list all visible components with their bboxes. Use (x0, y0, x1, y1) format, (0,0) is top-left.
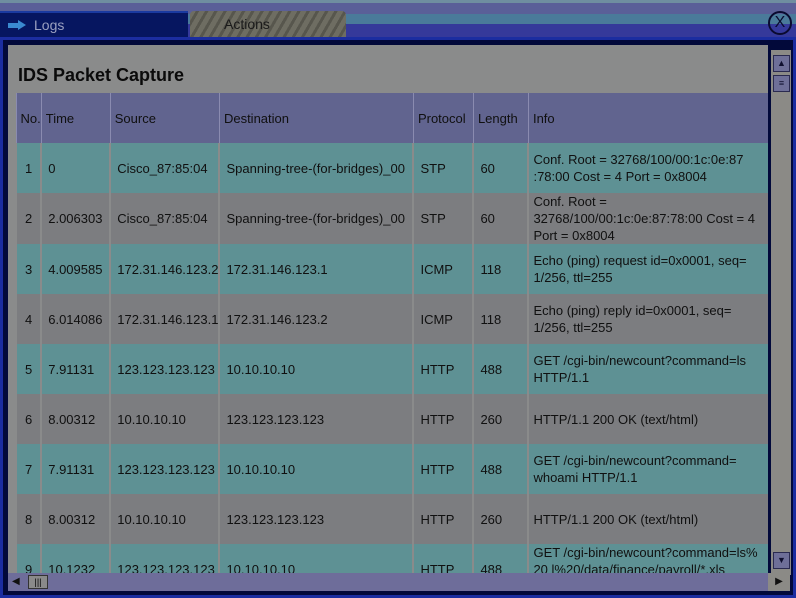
cell-info: Echo (ping) reply id=0x0001, seq= 1/256,… (528, 294, 768, 344)
cell-protocol: ICMP (413, 244, 473, 294)
table-row[interactable]: 68.0031210.10.10.10123.123.123.123HTTP26… (16, 394, 768, 444)
cell-source: 172.31.146.123.1 (110, 294, 219, 344)
table-row[interactable]: 10Cisco_87:85:04Spanning-tree-(for-bridg… (16, 143, 768, 193)
column-header[interactable]: Protocol (413, 93, 473, 143)
column-header[interactable]: Info (528, 93, 768, 143)
tab-label: Logs (34, 12, 64, 38)
cell-info: HTTP/1.1 200 OK (text/html) (528, 394, 768, 444)
cell-destination: 123.123.123.123 (219, 394, 413, 444)
cell-time: 8.00312 (41, 494, 110, 544)
cell-length: 118 (473, 244, 528, 294)
cell-destination: 10.10.10.10 (219, 444, 413, 494)
column-header[interactable]: Destination (219, 93, 413, 143)
scroll-right-button[interactable]: ▶ (768, 573, 790, 591)
logs-panel: IDS Packet Capture No.TimeSourceDestinat… (0, 37, 796, 598)
cell-time: 0 (41, 143, 110, 193)
cell-source: 123.123.123.123 (110, 544, 219, 573)
cell-time: 2.006303 (41, 193, 110, 244)
cell-time: 7.91131 (41, 344, 110, 394)
arrow-right-icon (8, 20, 26, 30)
cell-info: GET /cgi-bin/newcount?command=ls HTTP/1.… (528, 344, 768, 394)
cell-source: 172.31.146.123.2 (110, 244, 219, 294)
cell-destination: 10.10.10.10 (219, 344, 413, 394)
tab-label: Actions (224, 11, 270, 37)
cell-protocol: ICMP (413, 294, 473, 344)
cell-source: Cisco_87:85:04 (110, 193, 219, 244)
cell-protocol: HTTP (413, 394, 473, 444)
cell-length: 488 (473, 444, 528, 494)
cell-destination: 10.10.10.10 (219, 544, 413, 573)
cell-info: Conf. Root = 32768/100/00:1c:0e:87:78:00… (528, 193, 768, 244)
cell-time: 8.00312 (41, 394, 110, 444)
cell-length: 118 (473, 294, 528, 344)
cell-length: 260 (473, 394, 528, 444)
column-header[interactable]: No. (16, 93, 41, 143)
column-header[interactable]: Length (473, 93, 528, 143)
cell-length: 488 (473, 544, 528, 573)
cell-protocol: HTTP (413, 444, 473, 494)
table-row[interactable]: 46.014086172.31.146.123.1172.31.146.123.… (16, 294, 768, 344)
cell-destination: 172.31.146.123.2 (219, 294, 413, 344)
table-row[interactable]: 22.006303Cisco_87:85:04Spanning-tree-(fo… (16, 193, 768, 244)
cell-destination: 172.31.146.123.1 (219, 244, 413, 294)
cell-no: 2 (16, 193, 41, 244)
cell-protocol: STP (413, 143, 473, 193)
cell-protocol: HTTP (413, 344, 473, 394)
cell-info: HTTP/1.1 200 OK (text/html) (528, 494, 768, 544)
cell-info: Conf. Root = 32768/100/00:1c:0e:87 :78:0… (528, 143, 768, 193)
horizontal-scroll-thumb[interactable]: ||| (28, 575, 48, 589)
cell-length: 60 (473, 143, 528, 193)
tab-logs[interactable]: Logs (0, 11, 188, 37)
tab-actions[interactable]: Actions (190, 11, 346, 37)
cell-no: 4 (16, 294, 41, 344)
cell-destination: Spanning-tree-(for-bridges)_00 (219, 193, 413, 244)
table-row[interactable]: 34.009585172.31.146.123.2172.31.146.123.… (16, 244, 768, 294)
cell-source: 10.10.10.10 (110, 394, 219, 444)
cell-no: 1 (16, 143, 41, 193)
cell-destination: Spanning-tree-(for-bridges)_00 (219, 143, 413, 193)
vertical-scrollbar[interactable]: ▲ ≡ ▼ (771, 50, 791, 575)
cell-info: GET /cgi-bin/newcount?command=ls% 20 l%2… (528, 544, 768, 573)
scroll-left-button[interactable]: ◀ (12, 576, 20, 587)
table-row[interactable]: 88.0031210.10.10.10123.123.123.123HTTP26… (16, 494, 768, 544)
scroll-up-button[interactable]: ▲ (773, 55, 790, 72)
table-row[interactable]: 910.1232123.123.123.12310.10.10.10HTTP48… (16, 544, 768, 573)
cell-no: 7 (16, 444, 41, 494)
cell-destination: 123.123.123.123 (219, 494, 413, 544)
cell-no: 9 (16, 544, 41, 573)
packet-table: No.TimeSourceDestinationProtocolLengthIn… (15, 93, 768, 573)
cell-source: 123.123.123.123 (110, 344, 219, 394)
cell-no: 5 (16, 344, 41, 394)
cell-no: 3 (16, 244, 41, 294)
cell-source: Cisco_87:85:04 (110, 143, 219, 193)
cell-info: GET /cgi-bin/newcount?command= whoami HT… (528, 444, 768, 494)
cell-protocol: HTTP (413, 494, 473, 544)
cell-info: Echo (ping) request id=0x0001, seq= 1/25… (528, 244, 768, 294)
cell-time: 4.009585 (41, 244, 110, 294)
cell-time: 7.91131 (41, 444, 110, 494)
cell-no: 8 (16, 494, 41, 544)
column-header[interactable]: Source (110, 93, 219, 143)
page-title: IDS Packet Capture (18, 65, 184, 86)
cell-protocol: HTTP (413, 544, 473, 573)
table-row[interactable]: 77.91131123.123.123.12310.10.10.10HTTP48… (16, 444, 768, 494)
cell-source: 10.10.10.10 (110, 494, 219, 544)
cell-protocol: STP (413, 193, 473, 244)
scroll-thumb[interactable]: ≡ (773, 75, 790, 92)
cell-length: 60 (473, 193, 528, 244)
cell-time: 6.014086 (41, 294, 110, 344)
scroll-down-button[interactable]: ▼ (773, 552, 790, 569)
close-button[interactable]: X (768, 11, 792, 35)
cell-no: 6 (16, 394, 41, 444)
column-header[interactable]: Time (41, 93, 110, 143)
cell-length: 260 (473, 494, 528, 544)
cell-time: 10.1232 (41, 544, 110, 573)
packet-capture-view: IDS Packet Capture No.TimeSourceDestinat… (8, 45, 768, 573)
table-row[interactable]: 57.91131123.123.123.12310.10.10.10HTTP48… (16, 344, 768, 394)
cell-length: 488 (473, 344, 528, 394)
horizontal-scrollbar[interactable]: ◀ ||| ▶ (8, 573, 768, 591)
cell-source: 123.123.123.123 (110, 444, 219, 494)
